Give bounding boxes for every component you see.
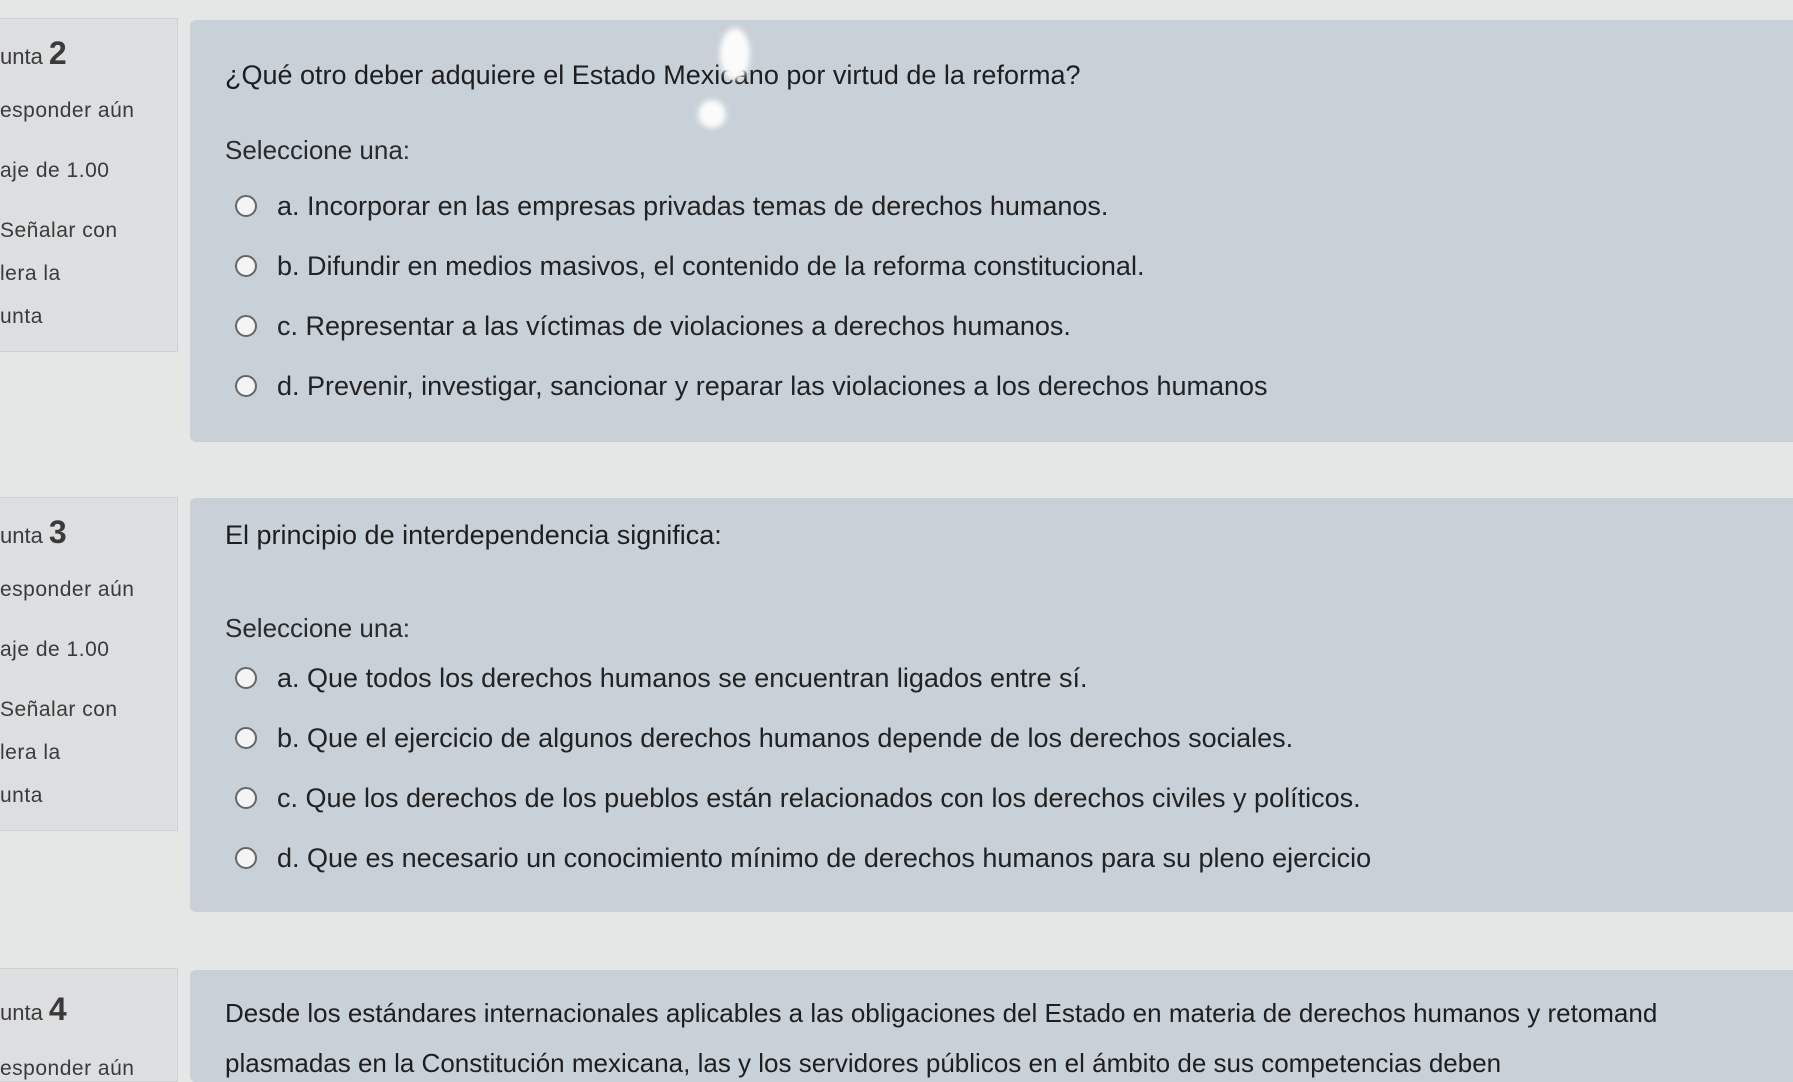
radio-button[interactable] bbox=[235, 667, 257, 689]
question-content-3: El principio de interdependencia signifi… bbox=[190, 498, 1793, 912]
flag-question-link-3[interactable]: unta bbox=[0, 784, 43, 808]
select-one-label: Seleccione una: bbox=[225, 613, 411, 643]
radio-button[interactable] bbox=[235, 255, 257, 277]
answer-option-c[interactable]: c. Que los derechos de los pueblos están… bbox=[235, 780, 1361, 816]
question-2: unta 2 esponder aún aje de 1.00 Señalar c… bbox=[0, 0, 1793, 450]
radio-button[interactable] bbox=[235, 787, 257, 809]
flag-question-link-2[interactable]: lera la bbox=[0, 262, 61, 286]
answer-option-b[interactable]: b. Difundir en medios masivos, el conten… bbox=[235, 248, 1144, 284]
select-one-label: Seleccione una: bbox=[225, 135, 411, 165]
flag-question-link[interactable]: Señalar con bbox=[0, 219, 118, 243]
answer-option-label: a. Incorporar en las empresas privadas t… bbox=[277, 190, 1109, 221]
question-info-4: unta 4 esponder aún bbox=[0, 968, 178, 1082]
question-text-line-2: plasmadas en la Constitución mexicana, l… bbox=[225, 1048, 1502, 1078]
question-text: ¿Qué otro deber adquiere el Estado Mexic… bbox=[225, 60, 1081, 90]
flag-question-link[interactable]: Señalar con bbox=[0, 698, 118, 722]
answer-option-label: b. Difundir en medios masivos, el conten… bbox=[277, 250, 1145, 281]
question-4: unta 4 esponder aún Desde los estándares … bbox=[0, 960, 1793, 1082]
question-info-2: unta 2 esponder aún aje de 1.00 Señalar c… bbox=[0, 18, 178, 352]
question-status: esponder aún bbox=[0, 99, 135, 122]
question-grade: aje de 1.00 bbox=[0, 638, 110, 661]
answer-option-label: d. Que es necesario un conocimiento míni… bbox=[277, 842, 1372, 873]
answer-option-d[interactable]: d. Que es necesario un conocimiento míni… bbox=[235, 840, 1371, 876]
answer-option-label: d. Prevenir, investigar, sancionar y rep… bbox=[277, 370, 1268, 401]
radio-button[interactable] bbox=[235, 315, 257, 337]
question-number-4: unta 4 bbox=[0, 991, 67, 1027]
question-number-3: unta 3 bbox=[0, 514, 67, 550]
question-content-4: Desde los estándares internacionales apl… bbox=[190, 970, 1793, 1082]
question-status: esponder aún bbox=[0, 1057, 135, 1080]
answer-option-label: c. Representar a las víctimas de violaci… bbox=[277, 310, 1071, 341]
answer-option-b[interactable]: b. Que el ejercicio de algunos derechos … bbox=[235, 720, 1293, 756]
question-status: esponder aún bbox=[0, 578, 135, 601]
answer-option-a[interactable]: a. Que todos los derechos humanos se enc… bbox=[235, 660, 1088, 696]
screen-glare bbox=[720, 28, 750, 80]
answer-option-label: a. Que todos los derechos humanos se enc… bbox=[277, 662, 1088, 693]
flag-question-link-2[interactable]: lera la bbox=[0, 741, 61, 765]
radio-button[interactable] bbox=[235, 375, 257, 397]
question-3: unta 3 esponder aún aje de 1.00 Señalar c… bbox=[0, 490, 1793, 920]
question-content-2: ¿Qué otro deber adquiere el Estado Mexic… bbox=[190, 20, 1793, 442]
radio-button[interactable] bbox=[235, 727, 257, 749]
radio-button[interactable] bbox=[235, 847, 257, 869]
answer-option-label: b. Que el ejercicio de algunos derechos … bbox=[277, 722, 1294, 753]
answer-option-c[interactable]: c. Representar a las víctimas de violaci… bbox=[235, 308, 1071, 344]
question-text: El principio de interdependencia signifi… bbox=[225, 520, 722, 550]
answer-option-d[interactable]: d. Prevenir, investigar, sancionar y rep… bbox=[235, 368, 1268, 404]
answer-option-a[interactable]: a. Incorporar en las empresas privadas t… bbox=[235, 188, 1108, 224]
question-grade: aje de 1.00 bbox=[0, 159, 110, 182]
screen-glare bbox=[698, 100, 726, 128]
question-number-2: unta 2 bbox=[0, 35, 67, 71]
question-info-3: unta 3 esponder aún aje de 1.00 Señalar c… bbox=[0, 497, 178, 831]
answer-option-label: c. Que los derechos de los pueblos están… bbox=[277, 782, 1361, 813]
flag-question-link-3[interactable]: unta bbox=[0, 305, 43, 329]
radio-button[interactable] bbox=[235, 195, 257, 217]
question-text-line-1: Desde los estándares internacionales apl… bbox=[225, 998, 1658, 1028]
